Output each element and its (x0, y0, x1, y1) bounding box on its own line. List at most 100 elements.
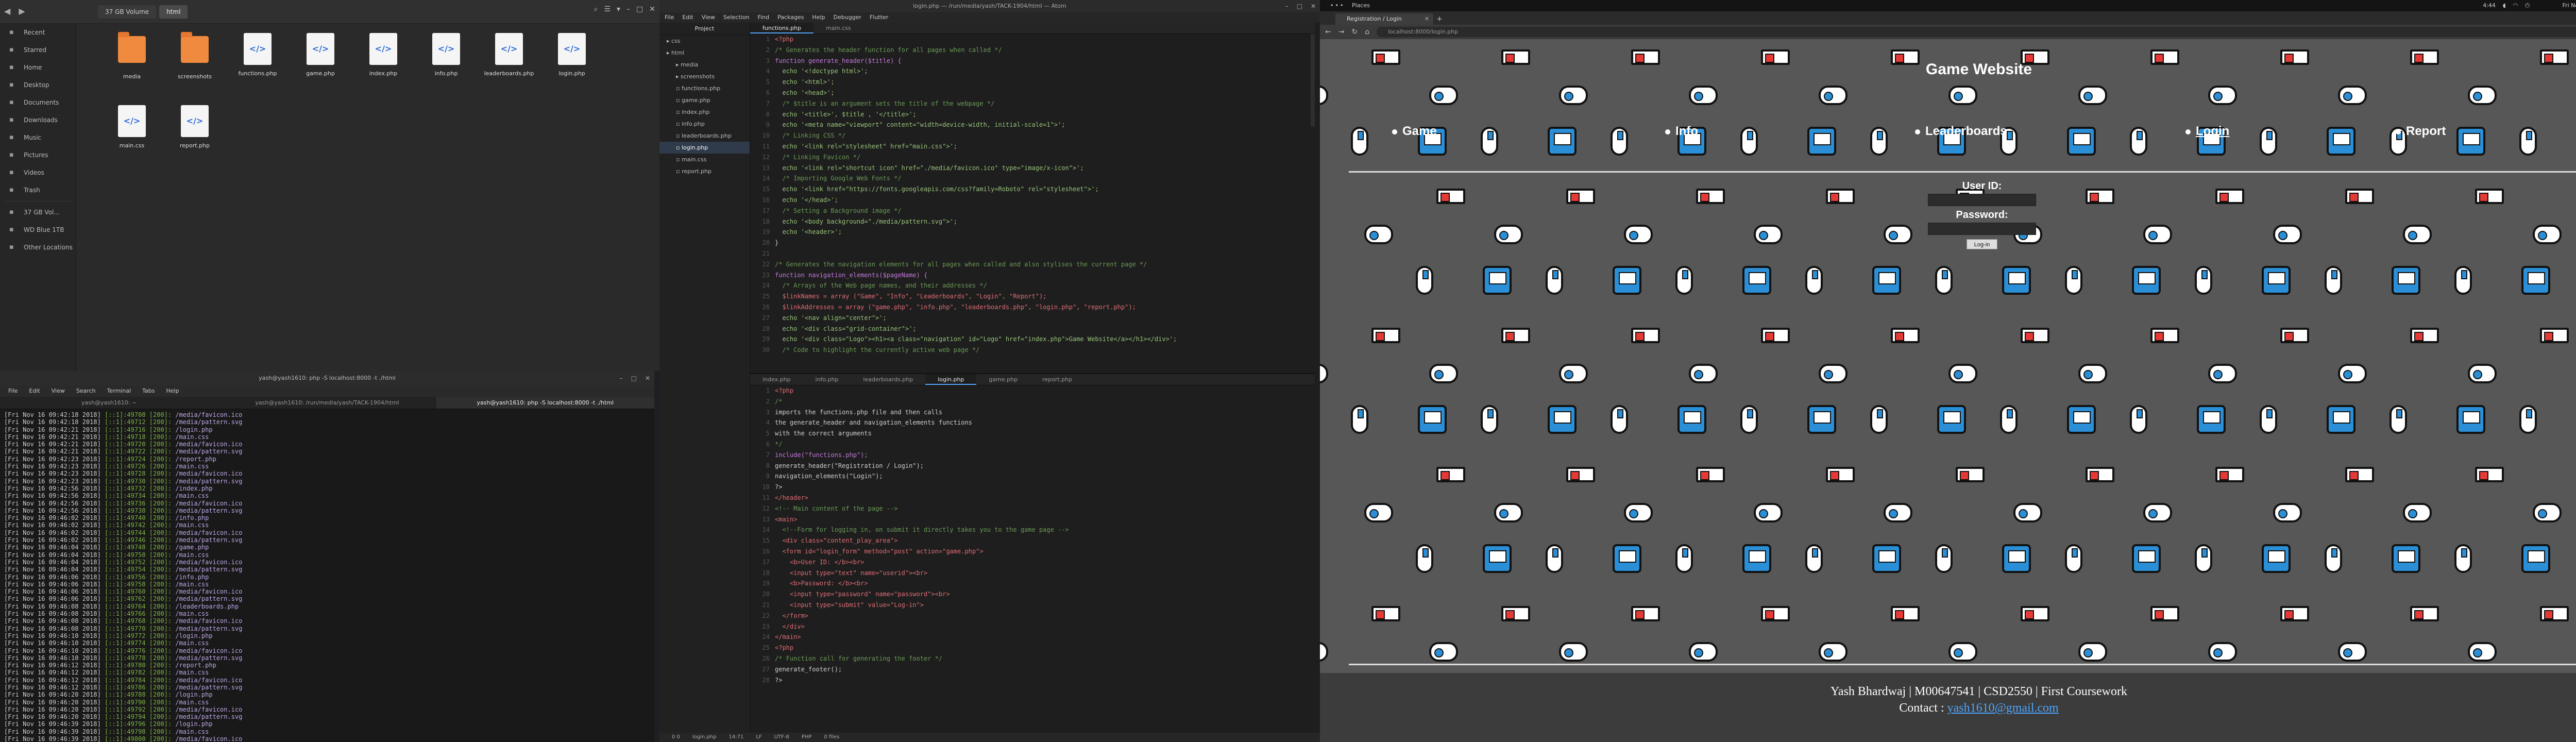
editor-menu-item[interactable]: Flutter (870, 12, 888, 23)
network-icon[interactable]: ◠ (2513, 0, 2518, 11)
back-icon[interactable]: ◀ (4, 6, 10, 18)
search-icon[interactable]: ⌕ (594, 5, 598, 13)
project-panel-header[interactable]: Project (659, 23, 750, 35)
terminal-menu-item[interactable]: Terminal (107, 385, 131, 397)
forward-icon[interactable]: ▶ (19, 6, 25, 18)
close-icon[interactable]: ✕ (645, 371, 650, 385)
project-tree-item[interactable]: ▫ info.php (659, 118, 750, 130)
file-item[interactable]: </> info.php (415, 31, 478, 103)
terminal-menu-item[interactable]: Search (76, 385, 96, 397)
file-item[interactable]: </> main.css (100, 103, 163, 175)
status-item[interactable]: 0 files (824, 733, 839, 742)
userid-input[interactable] (1928, 194, 2036, 206)
status-item[interactable]: 14:71 (728, 733, 743, 742)
project-tree-item[interactable]: ▫ functions.php (659, 82, 750, 94)
editor-tab[interactable]: info.php (803, 374, 851, 385)
site-logo-link[interactable]: Game Website (1320, 61, 2576, 78)
close-tab-icon[interactable]: ✕ (1425, 13, 1429, 25)
forward-icon[interactable]: → (1338, 28, 1345, 36)
sidebar-item[interactable]: ▪ Videos (0, 164, 76, 181)
terminal-tab[interactable]: yash@yash1610: php -S localhost:8000 -t … (436, 397, 654, 409)
editor-tab[interactable]: functions.php (750, 23, 814, 33)
status-item[interactable]: login.php (692, 733, 717, 742)
project-tree-item[interactable]: ▫ report.php (659, 165, 750, 177)
maximize-icon[interactable]: □ (631, 371, 637, 385)
project-tree-item[interactable]: ▫ leaderboards.php (659, 130, 750, 142)
editor-tab[interactable]: report.php (1030, 374, 1084, 385)
terminal-tab[interactable]: yash@yash1610: ~ (0, 397, 218, 409)
maximize-icon[interactable]: □ (636, 5, 643, 13)
sidebar-item[interactable]: ▪ Home (0, 59, 76, 76)
editor-tab[interactable]: leaderboards.php (851, 374, 925, 385)
project-tree-item[interactable]: ▸ media (659, 59, 750, 71)
nav-link-game[interactable]: Game (1392, 124, 1437, 139)
minimize-icon[interactable]: – (1285, 0, 1289, 12)
places-menu[interactable]: Places (1352, 0, 1370, 11)
scrollbar[interactable] (1311, 34, 1315, 127)
terminal-menu-item[interactable]: View (52, 385, 65, 397)
path-crumb-html[interactable]: html (159, 5, 188, 19)
address-bar[interactable]: localhost:8000/login.php (1377, 27, 2576, 37)
power-icon[interactable]: ⏻ (2525, 0, 2530, 11)
editor-menu-item[interactable]: Packages (777, 12, 804, 23)
editor-tab[interactable]: login.php (925, 374, 977, 385)
sidebar-item[interactable]: ▪ Desktop (0, 76, 76, 94)
file-item[interactable]: </> index.php (352, 31, 415, 103)
project-tree-item[interactable]: ▫ index.php (659, 106, 750, 118)
minimize-icon[interactable]: – (620, 371, 623, 385)
status-item[interactable]: LF (756, 733, 761, 742)
file-item[interactable]: </> leaderboards.php (478, 31, 540, 103)
status-item[interactable]: 0 0 (672, 733, 680, 742)
file-item[interactable]: </> game.php (289, 31, 352, 103)
home-icon[interactable]: ⌂ (1365, 28, 1369, 36)
editor-menu-item[interactable]: Find (758, 12, 770, 23)
file-item[interactable]: </> functions.php (226, 31, 289, 103)
status-item[interactable]: PHP (802, 733, 812, 742)
terminal-output[interactable]: [Fri Nov 16 09:42:18 2018] [::1]:49708 [… (0, 409, 654, 742)
minimize-icon[interactable]: – (626, 5, 630, 13)
menu-icon[interactable]: ▾ (617, 5, 620, 13)
sidebar-item[interactable]: ▪ 37 GB Vol... (0, 204, 76, 221)
editor-menu-item[interactable]: Help (812, 12, 825, 23)
editor-menu-item[interactable]: View (702, 12, 715, 23)
editor-menu-item[interactable]: Selection (723, 12, 750, 23)
file-item[interactable]: media (100, 31, 163, 103)
editor-menu-item[interactable]: File (665, 12, 674, 23)
volume-icon[interactable]: ◖ (2503, 0, 2506, 11)
login-button[interactable]: Log-in (1966, 239, 1998, 249)
sidebar-item[interactable]: ▪ Starred (0, 41, 76, 59)
sidebar-item[interactable]: ▪ WD Blue 1TB (0, 221, 76, 239)
nav-link-info[interactable]: Info (1665, 124, 1698, 139)
sidebar-item[interactable]: ▪ Other Locations (0, 239, 76, 256)
terminal-menu-item[interactable]: Edit (29, 385, 40, 397)
code-area-functions[interactable]: 1 <?php 2 /* Generates the header function … (750, 34, 1315, 356)
reload-icon[interactable]: ↻ (1351, 28, 1358, 36)
editor-tab[interactable]: game.php (976, 374, 1030, 385)
view-list-icon[interactable]: ☰ (604, 5, 611, 13)
status-item[interactable]: UTF-8 (774, 733, 789, 742)
project-tree-item[interactable]: ▸ screenshots (659, 71, 750, 82)
browser-tab-active[interactable]: Registration / Login ✕ (1335, 13, 1433, 25)
sidebar-item[interactable]: ▪ Documents (0, 94, 76, 111)
editor-menu-item[interactable]: Edit (682, 12, 693, 23)
nav-link-report[interactable]: Report (2396, 124, 2446, 139)
sidebar-item[interactable]: ▪ Trash (0, 181, 76, 199)
project-tree-item[interactable]: ▫ game.php (659, 94, 750, 106)
new-tab-icon[interactable]: + (1433, 13, 1446, 25)
maximize-icon[interactable]: □ (1297, 0, 1302, 12)
project-tree-item[interactable]: ▫ login.php (659, 142, 750, 154)
nav-link-leaderboards[interactable]: Leaderboards (1915, 124, 2007, 139)
path-crumb-volume[interactable]: 37 GB Volume (98, 5, 157, 19)
sidebar-item[interactable]: ▪ Downloads (0, 111, 76, 129)
project-tree-item[interactable]: ▸ html (659, 47, 750, 59)
back-icon[interactable]: ← (1325, 28, 1331, 36)
project-tree-item[interactable]: ▸ css (659, 35, 750, 47)
terminal-tab[interactable]: yash@yash1610: /run/media/yash/TACK-1904… (218, 397, 436, 409)
close-icon[interactable]: ✕ (1311, 0, 1316, 12)
file-item[interactable]: </> report.php (163, 103, 226, 175)
clock[interactable]: Fri Nov 16 09:46:42 (2563, 0, 2576, 11)
file-item[interactable]: </> login.php (540, 31, 603, 103)
sidebar-item[interactable]: ▪ Pictures (0, 146, 76, 164)
file-item[interactable]: screenshots (163, 31, 226, 103)
terminal-menu-item[interactable]: Tabs (142, 385, 155, 397)
